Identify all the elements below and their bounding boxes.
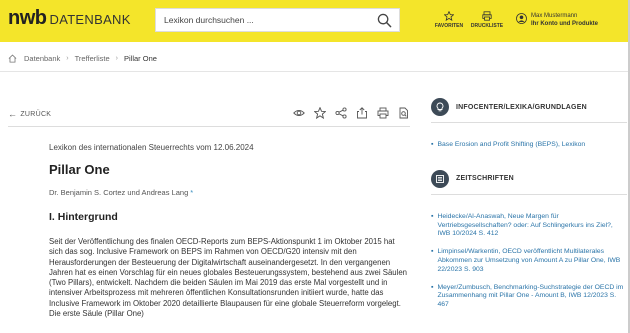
zeitschriften-link[interactable]: ▪ Meyer/Zumbusch, Benchmarking-Suchstrat…: [431, 284, 627, 310]
infocenter-link-label: Base Erosion and Profit Shifting (BEPS),…: [437, 141, 586, 148]
share-icon[interactable]: [334, 106, 347, 119]
breadcrumb-divider: [0, 71, 630, 72]
account-label: Ihr Konto und Produkte: [531, 21, 598, 27]
zeitschriften-link[interactable]: ▪ Limpinsel/Warkentin, OECD veröffentlic…: [431, 248, 627, 274]
eye-icon[interactable]: [292, 106, 305, 119]
infocenter-divider: [431, 122, 627, 123]
back-button[interactable]: ← ZURÜCK: [8, 109, 51, 119]
search-input[interactable]: [156, 9, 366, 31]
user-icon: [516, 13, 527, 24]
infocenter-heading-label: INFOCENTER/LEXIKA/GRUNDLAGEN: [456, 103, 587, 111]
zeitschriften-link-label: Limpinsel/Warkentin, OECD veröffentlicht…: [437, 248, 621, 273]
search-icon[interactable]: [377, 13, 392, 28]
back-label: ZURÜCK: [20, 110, 52, 118]
favorites-button[interactable]: FAVORITEN: [431, 11, 467, 29]
print-list-icon: [482, 11, 492, 21]
newspaper-icon: [431, 169, 449, 188]
breadcrumb: Datenbank › Trefferliste › Pillar One: [8, 54, 157, 63]
search-box: [155, 8, 400, 32]
export-icon[interactable]: [355, 106, 368, 119]
star-icon: [444, 11, 454, 21]
home-icon[interactable]: [8, 54, 17, 63]
chevron-right-icon: ›: [66, 55, 69, 62]
star-icon[interactable]: [313, 106, 326, 119]
toolbar-divider: [8, 126, 410, 127]
document-title: Pillar One: [49, 162, 110, 177]
zeitschriften-heading-label: ZEITSCHRIFTEN: [456, 175, 514, 183]
document-authors: Dr. Benjamin S. Cortez und Andreas Lang *: [49, 188, 193, 197]
document-source: Lexikon des internationalen Steuerrechts…: [49, 143, 254, 152]
breadcrumb-item-current: Pillar One: [123, 54, 157, 63]
arrow-left-icon: ←: [8, 109, 18, 119]
zeitschriften-link-label: Heidecke/Al-Anaswah, Neue Margen für Ver…: [437, 212, 613, 238]
section-heading: I. Hintergrund: [49, 211, 118, 223]
logo-subtitle: DATENBANK: [49, 12, 131, 27]
bullet-icon: ▪: [431, 283, 434, 291]
infocenter-link[interactable]: ▪ Base Erosion and Profit Shifting (BEPS…: [431, 141, 627, 150]
bullet-icon: ▪: [431, 248, 434, 256]
zeitschriften-link[interactable]: ▪ Heidecke/Al-Anaswah, Neue Margen für V…: [431, 213, 627, 239]
breadcrumb-item-datenbank[interactable]: Datenbank: [24, 54, 60, 63]
print-list-label: DRUCKLISTE: [470, 23, 504, 29]
favorites-label: FAVORITEN: [434, 23, 464, 29]
lightbulb-icon: [431, 98, 449, 116]
zeitschriften-link-label: Meyer/Zumbusch, Benchmarking-Suchstrateg…: [437, 283, 624, 309]
bullet-icon: ▪: [431, 141, 434, 148]
authors-text[interactable]: Dr. Benjamin S. Cortez und Andreas Lang: [49, 188, 188, 197]
zeitschriften-heading: ZEITSCHRIFTEN: [431, 169, 627, 188]
logo-wordmark: nwb: [8, 7, 47, 29]
user-account-menu[interactable]: Max Mustermann Ihr Konto und Produkte: [516, 12, 598, 28]
user-name: Max Mustermann: [531, 13, 578, 19]
zeitschriften-divider: [431, 193, 627, 195]
nwb-logo[interactable]: nwb DATENBANK: [8, 7, 131, 29]
document-toolbar: [292, 106, 410, 119]
bullet-icon: ▪: [431, 212, 434, 220]
author-star-icon[interactable]: *: [190, 188, 193, 197]
chevron-right-icon: ›: [115, 55, 118, 62]
search-doc-icon[interactable]: [397, 106, 410, 119]
infocenter-heading: INFOCENTER/LEXIKA/GRUNDLAGEN: [431, 98, 627, 116]
breadcrumb-item-trefferliste[interactable]: Trefferliste: [75, 54, 110, 63]
print-list-button[interactable]: DRUCKLISTE: [469, 11, 505, 29]
print-icon[interactable]: [376, 106, 389, 119]
document-body: Seit der Veröffentlichung des finalen OE…: [49, 237, 408, 319]
related-sidebar: INFOCENTER/LEXIKA/GRUNDLAGEN ▪ Base Eros…: [431, 98, 627, 310]
top-header: nwb DATENBANK FAVORITEN DRUCKLISTE Max M…: [0, 0, 630, 42]
